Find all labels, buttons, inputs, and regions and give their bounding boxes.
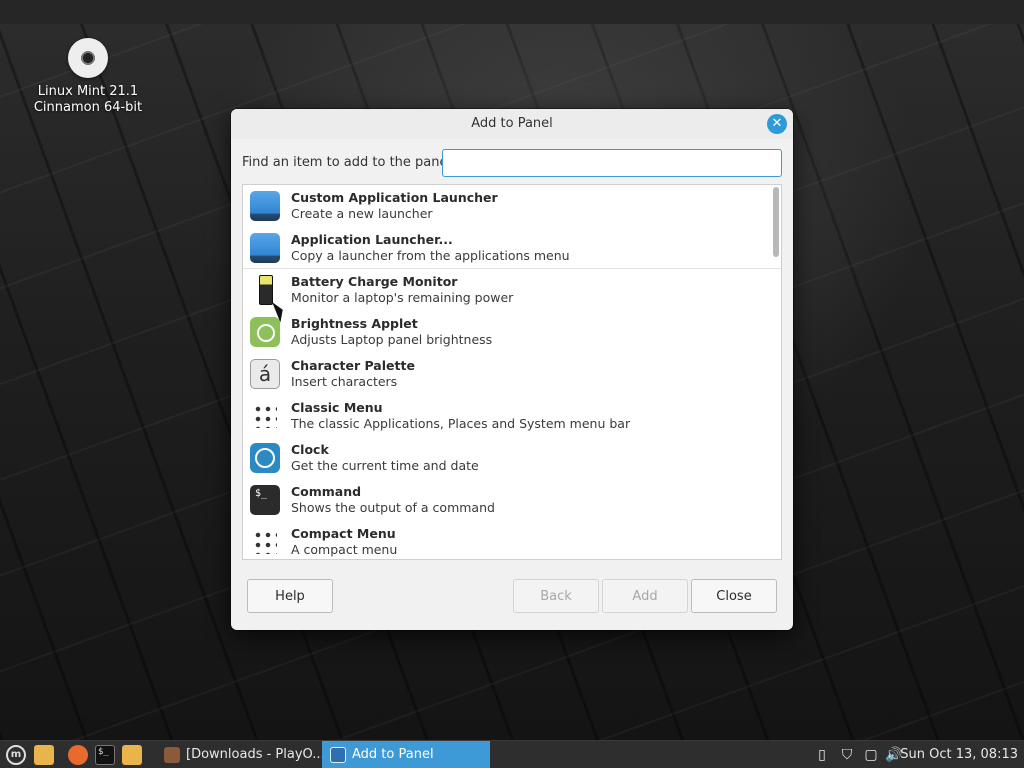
list-scrollbar[interactable] xyxy=(773,187,779,257)
add-to-panel-dialog: Add to Panel ✕ Find an item to add to th… xyxy=(231,109,793,630)
desktop-icon-label-line2: Cinnamon 64-bit xyxy=(33,100,143,115)
item-name: Command xyxy=(291,484,362,499)
network-icon[interactable]: ▢ xyxy=(862,746,880,764)
terminal-icon: $_ xyxy=(250,485,280,515)
battery-icon xyxy=(259,275,273,305)
item-description: The classic Applications, Places and Sys… xyxy=(291,416,631,431)
dialog-title: Add to Panel xyxy=(471,116,553,131)
item-name: Classic Menu xyxy=(291,400,383,415)
brightness-icon xyxy=(250,317,280,347)
app-icon xyxy=(330,747,346,763)
applet-list[interactable]: Custom Application Launcher Create a new… xyxy=(242,184,782,560)
item-name: Application Launcher... xyxy=(291,232,453,247)
list-item[interactable]: Custom Application Launcher Create a new… xyxy=(243,185,781,227)
item-name: Custom Application Launcher xyxy=(291,190,498,205)
item-name: Brightness Applet xyxy=(291,316,418,331)
clock[interactable]: Sun Oct 13, 08:13 xyxy=(900,741,1018,768)
launcher-icon xyxy=(250,233,280,263)
launcher-icon xyxy=(250,191,280,221)
item-description: Create a new launcher xyxy=(291,206,433,221)
taskbar-window-add-to-panel[interactable]: Add to Panel xyxy=(322,741,490,768)
folder-icon[interactable] xyxy=(34,745,54,765)
grid-menu-icon xyxy=(253,404,277,428)
item-description: Monitor a laptop's remaining power xyxy=(291,290,514,305)
firefox-icon[interactable] xyxy=(68,745,88,765)
back-button[interactable]: Back xyxy=(513,579,599,613)
clock-icon xyxy=(250,443,280,473)
character-icon: á xyxy=(250,359,280,389)
files-icon[interactable] xyxy=(122,745,142,765)
top-panel-strip xyxy=(0,0,1024,24)
clipboard-icon[interactable]: ▯ xyxy=(813,746,831,764)
item-description: Insert characters xyxy=(291,374,398,389)
app-icon xyxy=(164,747,180,763)
list-item[interactable]: á Character Palette Insert characters xyxy=(243,353,781,395)
list-item[interactable]: Battery Charge Monitor Monitor a laptop'… xyxy=(243,269,781,311)
item-name: Battery Charge Monitor xyxy=(291,274,458,289)
taskbar-window-downloads[interactable]: [Downloads - PlayO... xyxy=(156,741,322,768)
add-button[interactable]: Add xyxy=(602,579,688,613)
search-row: Find an item to add to the panel: xyxy=(242,149,782,177)
list-item[interactable]: Classic Menu The classic Applications, P… xyxy=(243,395,781,437)
item-name: Compact Menu xyxy=(291,526,396,541)
close-icon[interactable]: ✕ xyxy=(767,114,787,134)
taskbar: m $_ [Downloads - PlayO... Add to Panel … xyxy=(0,740,1024,768)
list-item[interactable]: Application Launcher... Copy a launcher … xyxy=(243,227,781,269)
close-button[interactable]: Close xyxy=(691,579,777,613)
list-item[interactable]: Compact Menu A compact menu xyxy=(243,521,781,559)
item-description: Shows the output of a command xyxy=(291,500,495,515)
search-label: Find an item to add to the panel: xyxy=(242,155,456,170)
mint-menu-icon[interactable]: m xyxy=(6,745,26,765)
dialog-titlebar[interactable]: Add to Panel ✕ xyxy=(231,109,793,139)
disc-icon xyxy=(68,38,108,78)
desktop-icon-computer[interactable]: Linux Mint 21.1 Cinnamon 64-bit xyxy=(30,38,146,116)
item-description: A compact menu xyxy=(291,542,398,557)
item-name: Clock xyxy=(291,442,329,457)
window-label: Add to Panel xyxy=(352,747,434,762)
shield-icon[interactable]: ⛉ xyxy=(838,746,856,764)
list-item[interactable]: Brightness Applet Adjusts Laptop panel b… xyxy=(243,311,781,353)
item-description: Adjusts Laptop panel brightness xyxy=(291,332,493,347)
desktop-icon-label-line1: Linux Mint 21.1 xyxy=(37,84,139,99)
terminal-icon[interactable]: $_ xyxy=(95,745,115,765)
grid-menu-icon xyxy=(253,530,277,554)
window-label: [Downloads - PlayO... xyxy=(186,747,322,762)
item-description: Get the current time and date xyxy=(291,458,479,473)
item-description: Copy a launcher from the applications me… xyxy=(291,248,570,263)
search-input[interactable] xyxy=(442,149,782,177)
help-button[interactable]: Help xyxy=(247,579,333,613)
item-name: Character Palette xyxy=(291,358,415,373)
list-item[interactable]: Clock Get the current time and date xyxy=(243,437,781,479)
list-item[interactable]: $_ Command Shows the output of a command xyxy=(243,479,781,521)
